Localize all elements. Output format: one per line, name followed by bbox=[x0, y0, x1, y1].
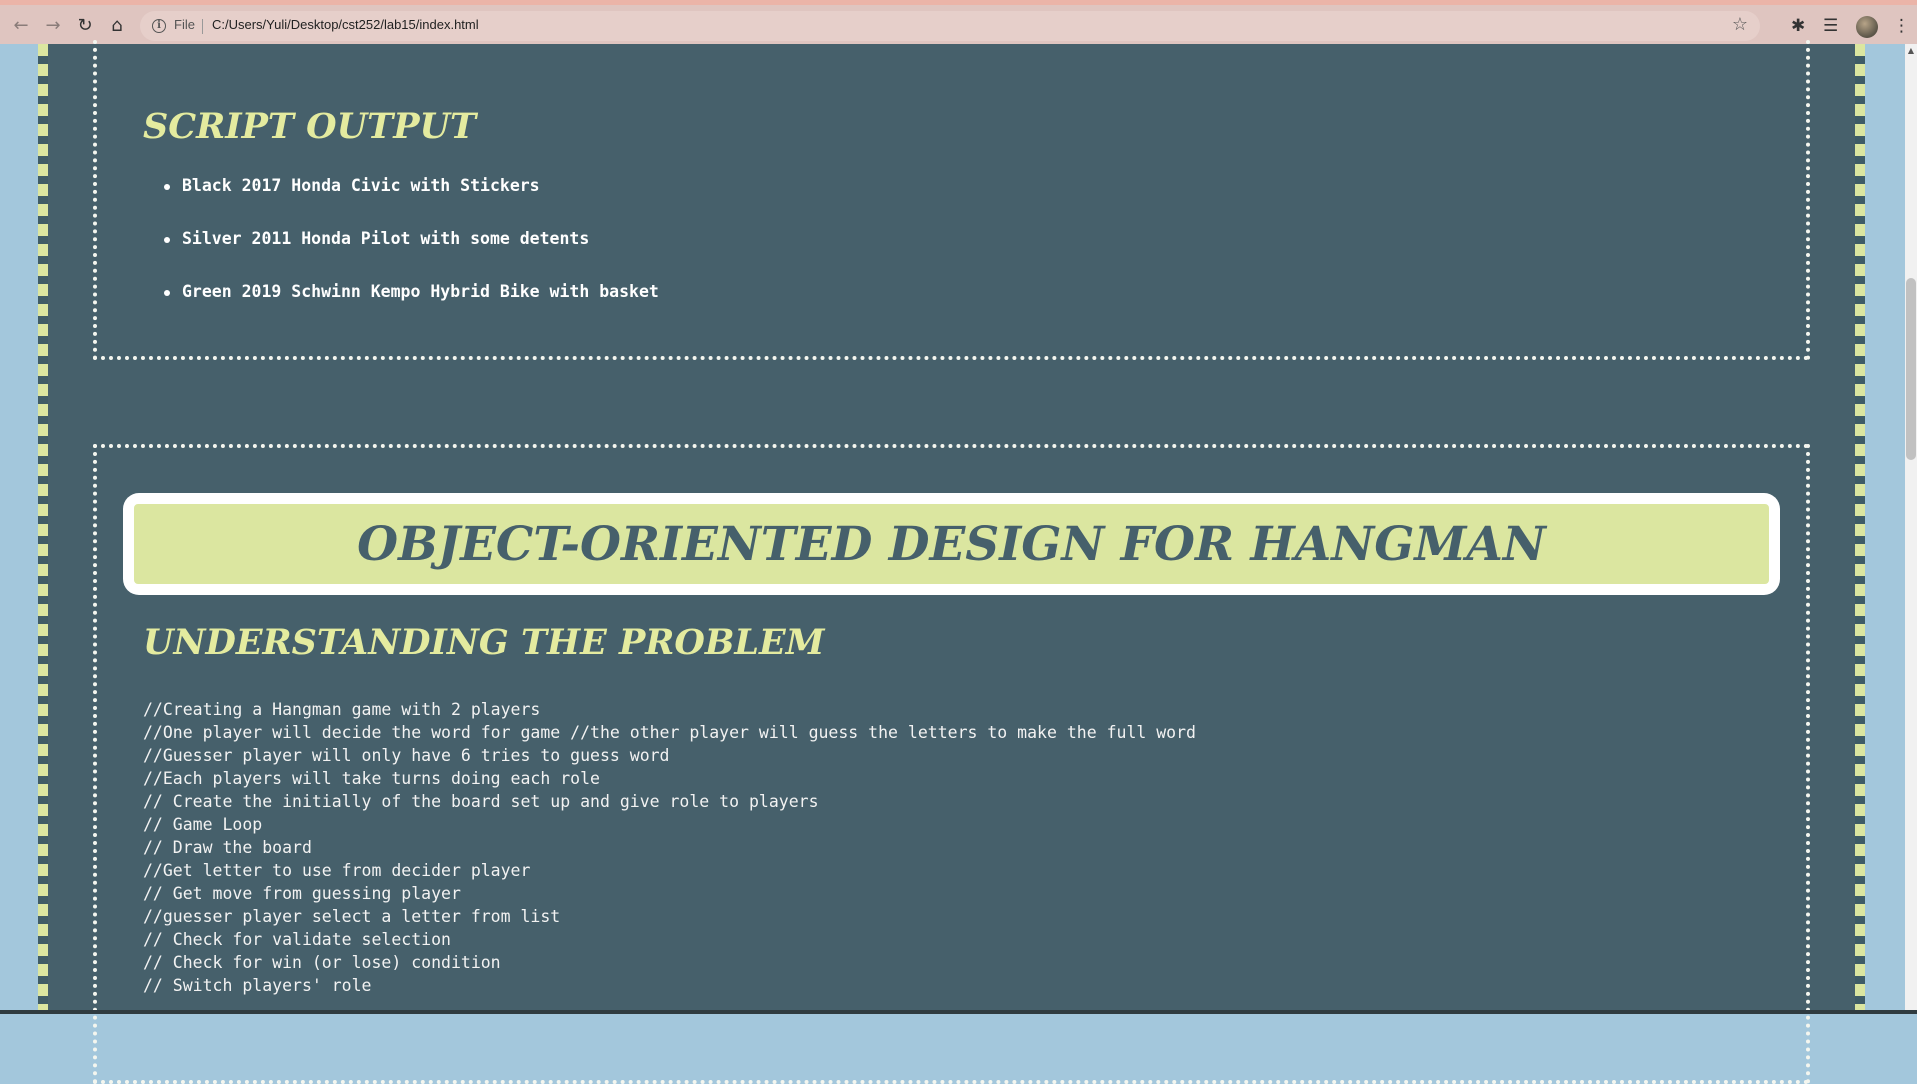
file-label: File bbox=[174, 17, 195, 32]
bottom-edge bbox=[0, 1010, 1917, 1014]
star-icon[interactable]: ☆ bbox=[1732, 14, 1748, 35]
code-line: // Get move from guessing player bbox=[143, 884, 461, 903]
avatar[interactable] bbox=[1856, 16, 1878, 38]
more-menu-icon[interactable]: ⋮ bbox=[1893, 15, 1910, 37]
code-line: //guesser player select a letter from li… bbox=[143, 907, 561, 926]
address-bar[interactable]: i File C:/Users/Yuli/Desktop/cst252/lab1… bbox=[140, 11, 1760, 41]
right-margin bbox=[1865, 44, 1905, 1014]
reading-list-icon[interactable]: ☰ bbox=[1823, 15, 1838, 37]
address-separator bbox=[202, 19, 203, 34]
list-item: Black 2017 Honda Civic with Stickers bbox=[143, 176, 659, 229]
code-line: // Create the initially of the board set… bbox=[143, 792, 819, 811]
pseudocode-block: //Creating a Hangman game with 2 players… bbox=[143, 698, 1196, 997]
forward-arrow-icon[interactable]: → bbox=[40, 13, 66, 39]
banner-title: OBJECT-ORIENTED DESIGN FOR HANGMAN bbox=[357, 516, 1546, 572]
hangman-banner: OBJECT-ORIENTED DESIGN FOR HANGMAN bbox=[123, 493, 1780, 595]
code-line: // Switch players' role bbox=[143, 976, 372, 995]
code-line: //Each players will take turns doing eac… bbox=[143, 769, 600, 788]
code-line: // Check for win (or lose) condition bbox=[143, 953, 501, 972]
code-line: //Get letter to use from decider player bbox=[143, 861, 531, 880]
code-line: // Draw the board bbox=[143, 838, 312, 857]
extensions-icon[interactable]: ✱ bbox=[1791, 15, 1805, 37]
code-line: //Creating a Hangman game with 2 players bbox=[143, 700, 541, 719]
script-output-list: Black 2017 Honda Civic with Stickers Sil… bbox=[143, 176, 659, 335]
info-icon[interactable]: i bbox=[152, 19, 166, 33]
scrollbar-thumb[interactable] bbox=[1906, 278, 1916, 460]
code-line: // Game Loop bbox=[143, 815, 263, 834]
scroll-up-icon[interactable]: ▲ bbox=[1905, 44, 1917, 58]
code-line: //One player will decide the word for ga… bbox=[143, 723, 1196, 742]
code-line: //Guesser player will only have 6 tries … bbox=[143, 746, 670, 765]
script-output-title: SCRIPT OUTPUT bbox=[143, 106, 477, 147]
home-icon[interactable]: ⌂ bbox=[104, 13, 130, 39]
understanding-title: UNDERSTANDING THE PROBLEM bbox=[143, 622, 825, 663]
left-stripe-border bbox=[38, 44, 48, 1014]
banner-inner: OBJECT-ORIENTED DESIGN FOR HANGMAN bbox=[130, 500, 1773, 588]
back-arrow-icon[interactable]: ← bbox=[8, 13, 34, 39]
reload-icon[interactable]: ↻ bbox=[72, 13, 98, 39]
list-item: Green 2019 Schwinn Kempo Hybrid Bike wit… bbox=[143, 282, 659, 335]
scrollbar-track[interactable] bbox=[1905, 44, 1917, 1014]
right-stripe-border bbox=[1855, 44, 1865, 1014]
list-item: Silver 2011 Honda Pilot with some detent… bbox=[143, 229, 659, 282]
url-text[interactable]: C:/Users/Yuli/Desktop/cst252/lab15/index… bbox=[212, 17, 479, 32]
browser-toolbar: ← → ↻ ⌂ i File C:/Users/Yuli/Desktop/cst… bbox=[0, 0, 1917, 44]
code-line: // Check for validate selection bbox=[143, 930, 451, 949]
